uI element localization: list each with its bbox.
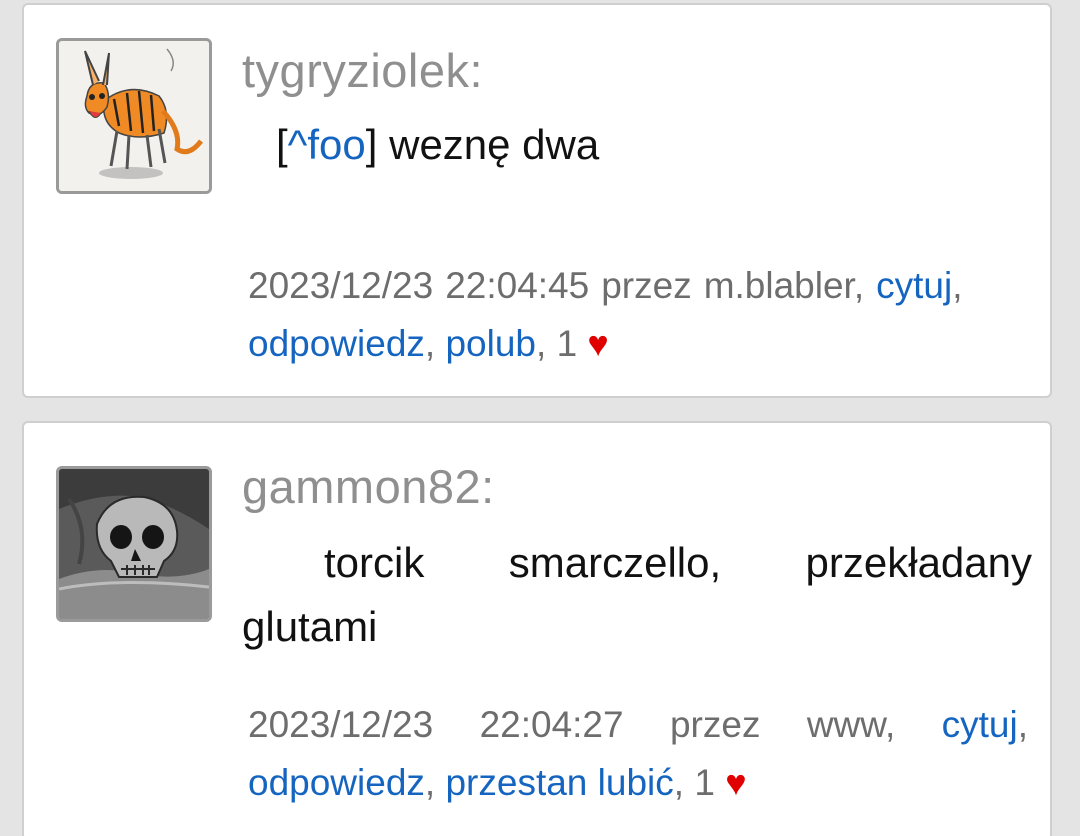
quote-link[interactable]: cytuj [942,704,1018,745]
post-author: www, [806,704,896,745]
comment-card: tygryziolek: [^foo] weznę dwa 2023/12/23… [22,3,1052,398]
comment-message: torcik smarczello, przekładany glutami [242,531,1032,659]
message-text: torcik smarczello, przekładany glutami [242,539,1032,650]
post-author: m.blabler, [703,265,865,306]
bracket: [ [276,121,288,168]
bracket: ] [365,121,378,168]
quote-link[interactable]: cytuj [876,265,952,306]
by-label: przez [601,265,692,306]
avatar[interactable] [56,38,212,194]
by-label: przez [669,704,761,745]
comment-meta: 2023/12/23 22:04:45 przez m.blabler, cyt… [248,257,1028,373]
comment-message: [^foo] weznę dwa [276,113,599,177]
username[interactable]: gammon82: [242,459,495,514]
like-count: 1 [694,762,715,803]
like-link[interactable]: polub [445,323,536,364]
post-date: 2023/12/23 [248,704,434,745]
unlike-link[interactable]: przestan lubić [445,762,673,803]
reply-link[interactable]: odpowiedz [248,762,425,803]
heart-icon: ♥ [587,323,609,364]
post-time: 22:04:27 [479,704,624,745]
comment-card: gammon82: torcik smarczello, przekładany… [22,421,1052,836]
skull-photo-avatar-icon [59,469,209,619]
comment-feed: tygryziolek: [^foo] weznę dwa 2023/12/23… [0,0,1080,836]
post-date: 2023/12/23 [248,265,434,306]
reference-link[interactable]: ^foo [288,121,366,168]
like-count: 1 [556,323,578,364]
post-time: 22:04:45 [445,265,590,306]
message-text: weznę dwa [377,121,600,168]
reply-link[interactable]: odpowiedz [248,323,425,364]
comment-meta: 2023/12/23 22:04:27 przez www, cytuj, od… [248,696,1028,812]
username[interactable]: tygryziolek: [242,43,483,98]
tiger-cartoon-avatar-icon [59,41,209,191]
avatar[interactable] [56,466,212,622]
heart-icon: ♥ [725,762,747,803]
